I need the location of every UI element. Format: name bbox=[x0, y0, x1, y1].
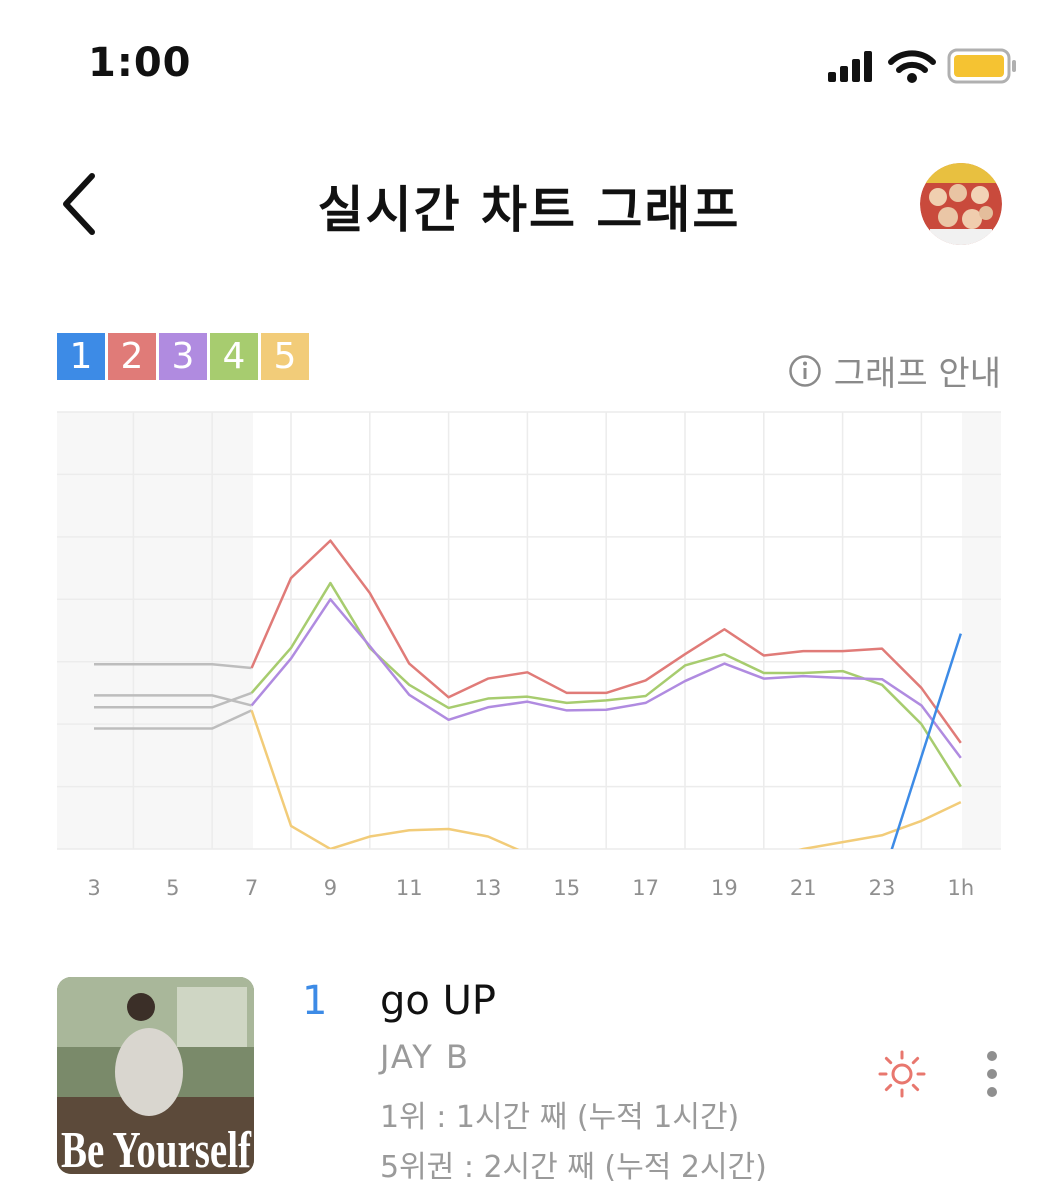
song-artist[interactable]: JAY B bbox=[380, 1038, 470, 1076]
rank-legend: 12345 bbox=[57, 333, 309, 380]
x-tick-label: 21 bbox=[790, 876, 817, 900]
rank-legend-item-1[interactable]: 1 bbox=[57, 333, 105, 380]
rank-legend-item-4[interactable]: 4 bbox=[210, 333, 258, 380]
stat-top5: 5위권 : 2시간 째 (누적 2시간) bbox=[380, 1150, 767, 1185]
future-region-shade bbox=[962, 412, 1001, 849]
sun-icon[interactable] bbox=[878, 1050, 926, 1098]
x-tick-label: 13 bbox=[475, 876, 502, 900]
status-time: 1:00 bbox=[88, 40, 192, 86]
x-tick-label: 5 bbox=[166, 876, 179, 900]
x-axis-labels: 3 5 7 9 11 13 15 17 19 21 23 1h bbox=[87, 876, 974, 900]
page-title: 실시간 차트 그래프 bbox=[317, 181, 741, 239]
x-tick-label: 11 bbox=[396, 876, 423, 900]
status-icons bbox=[828, 48, 1016, 84]
album-cover-text: Be Yourself bbox=[61, 1122, 252, 1174]
x-tick-label: 1h bbox=[947, 876, 974, 900]
album-art[interactable]: Be Yourself bbox=[57, 977, 254, 1174]
song-rank: 1 bbox=[302, 978, 328, 1024]
rank-legend-item-5[interactable]: 5 bbox=[261, 333, 309, 380]
battery-icon bbox=[947, 48, 1016, 84]
rank-legend-item-3[interactable]: 3 bbox=[159, 333, 207, 380]
rank-chart: 3 5 7 9 11 13 15 17 19 21 23 1h bbox=[57, 411, 1001, 900]
x-tick-label: 7 bbox=[245, 876, 258, 900]
x-tick-label: 23 bbox=[869, 876, 896, 900]
x-tick-label: 19 bbox=[711, 876, 738, 900]
graph-guide-button[interactable]: 그래프 안내 bbox=[788, 346, 1001, 395]
rank-legend-item-2[interactable]: 2 bbox=[108, 333, 156, 380]
x-tick-label: 3 bbox=[87, 876, 100, 900]
graph-guide-label: 그래프 안내 bbox=[833, 354, 1001, 394]
x-tick-label: 17 bbox=[632, 876, 659, 900]
x-tick-label: 15 bbox=[553, 876, 580, 900]
signal-bars-icon bbox=[828, 51, 872, 82]
x-tick-label: 9 bbox=[324, 876, 337, 900]
song-title[interactable]: go UP bbox=[380, 978, 496, 1024]
info-circle-icon bbox=[789, 354, 821, 387]
past-region-shade bbox=[57, 412, 253, 849]
song-row[interactable]: Be Yourself 1 go UP JAY B 1위 : 1시간 째 (누적… bbox=[0, 970, 1058, 1185]
more-vertical-icon[interactable] bbox=[976, 1048, 1008, 1100]
stat-first-place: 1위 : 1시간 째 (누적 1시간) bbox=[380, 1100, 740, 1135]
profile-avatar[interactable] bbox=[920, 163, 1002, 245]
wifi-icon bbox=[888, 50, 936, 83]
